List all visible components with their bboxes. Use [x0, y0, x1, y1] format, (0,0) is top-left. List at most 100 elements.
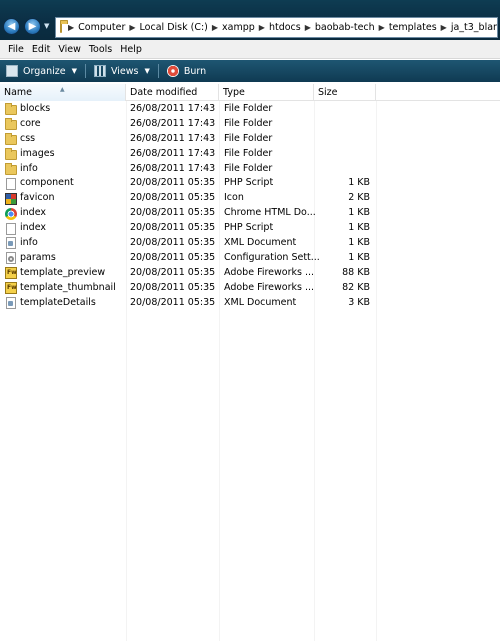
php-file-icon — [6, 222, 16, 235]
folder-icon — [60, 20, 68, 33]
file-type: Configuration Sett... — [224, 251, 320, 263]
file-row[interactable]: template_thumbnail 20/08/2011 05:35 Adobe … — [0, 281, 500, 296]
column-header-name[interactable]: ▲ Name — [0, 84, 126, 101]
file-type: File Folder — [224, 147, 273, 159]
file-row[interactable]: index 20/08/2011 05:35 PHP Script 1 KB — [0, 221, 500, 236]
xml-file-icon — [6, 297, 16, 310]
file-name: info — [20, 162, 38, 174]
file-row[interactable]: images 26/08/2011 17:43 File Folder — [0, 147, 500, 162]
breadcrumb[interactable]: ▶ Computer ▶ Local Disk (C:) ▶ xampp ▶ htdoc… — [55, 17, 498, 38]
file-name: index — [20, 222, 46, 234]
file-date: 20/08/2011 05:35 — [130, 222, 216, 234]
burn-button[interactable]: Burn — [161, 65, 212, 77]
folder-icon — [5, 103, 17, 116]
toolbar-divider — [84, 64, 86, 78]
file-list: blocks 26/08/2011 17:43 File Folder core 26… — [0, 102, 500, 310]
file-name: template_thumbnail — [20, 281, 116, 293]
file-row[interactable]: info 20/08/2011 05:35 XML Document 1 KB — [0, 236, 500, 251]
forward-button[interactable]: ▶ — [24, 18, 41, 35]
file-type: Adobe Fireworks ... — [224, 281, 315, 293]
menu-file[interactable]: File — [4, 44, 28, 55]
file-name: css — [20, 132, 36, 144]
chevron-right-icon: ▶ — [378, 23, 385, 32]
breadcrumb-label: ja_t3_blank — [450, 22, 497, 33]
file-row[interactable]: params 20/08/2011 05:35 Configuration Sett… — [0, 251, 500, 266]
chevron-down-icon: ▼ — [71, 67, 77, 75]
xml-file-icon — [6, 237, 16, 250]
back-button[interactable]: ◀ — [3, 18, 20, 35]
file-size: 2 KB — [348, 192, 370, 204]
file-row[interactable]: blocks 26/08/2011 17:43 File Folder — [0, 102, 500, 117]
file-row[interactable]: core 26/08/2011 17:43 File Folder — [0, 117, 500, 132]
file-date: 26/08/2011 17:43 — [130, 147, 216, 159]
file-date: 26/08/2011 17:43 — [130, 162, 216, 174]
column-header-size[interactable]: Size — [314, 84, 376, 101]
file-row[interactable]: info 26/08/2011 17:43 File Folder — [0, 162, 500, 177]
file-size: 1 KB — [348, 177, 370, 189]
column-header-row: ▲ Name Date modified Type Size — [0, 84, 500, 101]
chevron-right-icon: ▶ — [258, 23, 265, 32]
file-name: template_preview — [20, 266, 106, 278]
command-toolbar: Organize ▼ Views ▼ Burn — [0, 60, 500, 82]
fireworks-file-icon — [5, 267, 17, 280]
favicon-icon — [5, 192, 17, 205]
file-row[interactable]: component 20/08/2011 05:35 PHP Script 1 KB — [0, 176, 500, 191]
file-date: 20/08/2011 05:35 — [130, 281, 216, 293]
organize-label: Organize — [23, 65, 66, 77]
file-name: core — [20, 117, 41, 129]
column-header-date[interactable]: Date modified — [126, 84, 219, 101]
file-date: 20/08/2011 05:35 — [130, 296, 216, 308]
organize-button[interactable]: Organize ▼ — [0, 65, 83, 77]
breadcrumb-item[interactable]: ▶ xampp — [208, 22, 255, 33]
file-row[interactable]: index 20/08/2011 05:35 Chrome HTML Do... 1 … — [0, 206, 500, 221]
file-date: 20/08/2011 05:35 — [130, 177, 216, 189]
file-row[interactable]: favicon 20/08/2011 05:35 Icon 2 KB — [0, 191, 500, 206]
chevron-right-icon: ▶ — [211, 23, 219, 32]
menu-view[interactable]: View — [54, 44, 85, 55]
file-type: Icon — [224, 192, 244, 204]
breadcrumb-item[interactable]: ▶ Computer — [64, 22, 125, 33]
column-header-label: Name — [4, 87, 33, 98]
breadcrumb-item[interactable]: ▶ja_t3_blank — [437, 22, 497, 33]
file-type: File Folder — [224, 103, 273, 114]
file-name: component — [20, 177, 74, 189]
chevron-right-icon: ▶ — [129, 23, 136, 32]
toolbar-divider — [157, 64, 159, 78]
file-type: File Folder — [224, 132, 273, 144]
file-row[interactable]: templateDetails 20/08/2011 05:35 XML Docum… — [0, 296, 500, 311]
address-bar-area: ◀ ▶ ▼ ▶ Computer ▶ Local Disk (C:) ▶ xampp … — [0, 0, 500, 40]
file-date: 20/08/2011 05:35 — [130, 266, 216, 278]
file-size: 1 KB — [348, 237, 370, 249]
file-type: XML Document — [224, 296, 297, 308]
breadcrumb-label: templates — [388, 22, 437, 33]
breadcrumb-item[interactable]: ▶ htdocs — [255, 22, 301, 33]
config-file-icon — [6, 252, 16, 265]
menu-tools[interactable]: Tools — [85, 44, 116, 55]
chevron-right-icon: ▶ — [440, 23, 447, 32]
chevron-right-icon: ▶ — [68, 23, 75, 32]
history-dropdown-icon[interactable]: ▼ — [44, 22, 51, 32]
file-name: info — [20, 237, 38, 249]
breadcrumb-item[interactable]: ▶ Local Disk (C:) — [125, 22, 207, 33]
folder-icon — [5, 133, 17, 146]
fireworks-file-icon — [5, 282, 17, 295]
file-row[interactable]: css 26/08/2011 17:43 File Folder — [0, 132, 500, 147]
breadcrumb-item[interactable]: ▶ baobab-tech — [301, 22, 375, 33]
menu-help[interactable]: Help — [116, 44, 146, 55]
burn-label: Burn — [183, 65, 207, 77]
views-button[interactable]: Views ▼ — [88, 65, 156, 77]
file-row[interactable]: template_preview 20/08/2011 05:35 Adobe Fi… — [0, 266, 500, 281]
file-name: blocks — [20, 103, 51, 114]
breadcrumb-item[interactable]: ▶ templates — [375, 22, 437, 33]
file-type: File Folder — [224, 117, 273, 129]
file-size: 1 KB — [348, 207, 370, 219]
file-type: PHP Script — [224, 177, 274, 189]
views-icon — [93, 65, 106, 77]
column-header-label: Size — [318, 87, 338, 98]
php-file-icon — [6, 177, 16, 190]
menu-edit[interactable]: Edit — [28, 44, 54, 55]
file-date: 20/08/2011 05:35 — [130, 192, 216, 204]
file-size: 88 KB — [342, 266, 370, 278]
column-header-type[interactable]: Type — [219, 84, 314, 101]
file-type: File Folder — [224, 162, 273, 174]
